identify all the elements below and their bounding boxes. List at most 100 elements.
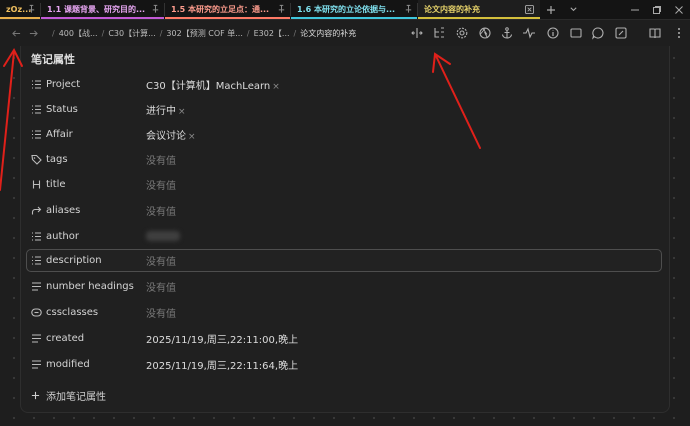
property-row-title[interactable]: title 没有值 bbox=[26, 173, 662, 196]
properties-panel: 笔记属性 Project C30【计算机】MachLearn × Status 进… bbox=[20, 46, 670, 413]
property-row-project[interactable]: Project C30【计算机】MachLearn × bbox=[26, 73, 662, 96]
close-icon[interactable] bbox=[525, 5, 534, 14]
close-window-button[interactable] bbox=[668, 0, 690, 19]
add-property-button[interactable]: 添加笔记属性 bbox=[31, 388, 106, 403]
property-key[interactable]: description bbox=[46, 255, 102, 266]
property-value[interactable]: 没有值 bbox=[146, 177, 176, 192]
tab-underline bbox=[418, 17, 540, 19]
remove-value-button[interactable]: × bbox=[272, 82, 280, 92]
tab-label: 1.6 本研究的立论依据与... bbox=[297, 5, 396, 14]
list-icon bbox=[32, 80, 41, 89]
info-icon[interactable] bbox=[546, 26, 560, 40]
remove-value-button[interactable]: × bbox=[178, 107, 186, 117]
property-value[interactable]: 2025/11/19,周三,22:11:00,晚上 bbox=[146, 331, 298, 346]
property-value[interactable]: 2025/11/19,周三,22:11:64,晚上 bbox=[146, 357, 298, 372]
property-key[interactable]: title bbox=[46, 179, 66, 190]
edit-icon[interactable] bbox=[614, 26, 628, 40]
property-row-created[interactable]: created 2025/11/19,周三,22:11:00,晚上 bbox=[26, 327, 662, 350]
tab-underline bbox=[0, 17, 40, 19]
forward-button[interactable] bbox=[25, 20, 42, 46]
property-key[interactable]: author bbox=[46, 231, 79, 242]
tab-1[interactable]: 1.1 课题背景、研究目的... bbox=[41, 0, 164, 19]
tab-0[interactable]: zOz... bbox=[0, 0, 40, 19]
breadcrumb-item[interactable]: 302【预测 COF 单... bbox=[166, 28, 242, 39]
property-value[interactable]: 没有值 bbox=[146, 203, 176, 218]
property-row-author[interactable]: author bbox=[26, 225, 662, 248]
forward-arrow-icon bbox=[31, 206, 42, 215]
property-key[interactable]: cssclasses bbox=[46, 307, 98, 318]
property-key[interactable]: created bbox=[46, 333, 84, 344]
pin-icon[interactable] bbox=[277, 4, 286, 14]
pin-icon[interactable] bbox=[151, 4, 160, 14]
property-key[interactable]: number headings bbox=[46, 281, 134, 292]
tab-2[interactable]: 1.5 本研究的立足点：通... bbox=[165, 0, 290, 19]
pin-icon[interactable] bbox=[404, 4, 413, 14]
property-row-cssclasses[interactable]: cssclasses 没有值 bbox=[26, 301, 662, 324]
property-key[interactable]: Affair bbox=[46, 129, 73, 140]
text-lines-icon bbox=[32, 360, 41, 369]
breadcrumb-item[interactable]: 400【战... bbox=[59, 28, 98, 39]
gear-icon[interactable] bbox=[455, 26, 469, 40]
property-value-blurred[interactable] bbox=[146, 231, 180, 242]
tab-label: 论文内容的补充 bbox=[424, 5, 480, 14]
properties-heading: 笔记属性 bbox=[31, 53, 75, 66]
close-icon bbox=[675, 5, 683, 14]
aperture-icon[interactable] bbox=[478, 26, 492, 40]
property-row-affair[interactable]: Affair 会议讨论 × bbox=[26, 123, 662, 146]
outline-tree-icon[interactable] bbox=[432, 26, 446, 40]
list-icon bbox=[32, 130, 41, 139]
tab-underline bbox=[41, 17, 164, 19]
property-value[interactable]: 会议讨论 × bbox=[146, 127, 196, 142]
property-value[interactable]: 没有值 bbox=[146, 305, 176, 320]
property-key[interactable]: modified bbox=[46, 359, 90, 370]
property-value[interactable]: 没有值 bbox=[146, 152, 176, 167]
split-view-icon[interactable] bbox=[410, 26, 424, 40]
reading-view-icon[interactable] bbox=[648, 26, 662, 40]
anchor-icon[interactable] bbox=[500, 26, 514, 40]
remove-value-button[interactable]: × bbox=[188, 132, 196, 142]
tab-underline bbox=[291, 17, 417, 19]
tag-icon bbox=[31, 154, 42, 165]
pin-icon[interactable] bbox=[27, 4, 36, 14]
property-row-tags[interactable]: tags 没有值 bbox=[26, 148, 662, 171]
property-value[interactable]: 进行中 × bbox=[146, 102, 186, 117]
back-button[interactable] bbox=[8, 20, 25, 46]
navigation-bar: / 400【战... / C30【计算... / 302【预测 COF 单...… bbox=[0, 20, 690, 46]
property-row-modified[interactable]: modified 2025/11/19,周三,22:11:64,晚上 bbox=[26, 353, 662, 376]
arrow-left-icon bbox=[12, 29, 21, 37]
property-key[interactable]: tags bbox=[46, 154, 68, 165]
breadcrumb-item[interactable]: C30【计算... bbox=[108, 28, 155, 39]
heading-icon bbox=[32, 180, 41, 189]
breadcrumb: / 400【战... / C30【计算... / 302【预测 COF 单...… bbox=[52, 28, 357, 39]
add-property-label: 添加笔记属性 bbox=[46, 392, 106, 403]
comment-icon[interactable] bbox=[591, 26, 605, 40]
plus-icon bbox=[31, 391, 40, 400]
list-icon bbox=[32, 256, 41, 265]
plus-icon bbox=[547, 5, 555, 14]
tab-label: 1.5 本研究的立足点：通... bbox=[171, 5, 270, 14]
property-key[interactable]: aliases bbox=[46, 205, 80, 216]
property-key[interactable]: Project bbox=[46, 79, 80, 90]
breadcrumb-item[interactable]: E302【... bbox=[254, 28, 290, 39]
minimize-icon bbox=[631, 9, 639, 10]
tab-list-button[interactable] bbox=[562, 0, 584, 19]
window-icon[interactable] bbox=[569, 26, 583, 40]
text-lines-icon bbox=[32, 334, 41, 343]
property-row-number-headings[interactable]: number headings 没有值 bbox=[26, 275, 662, 298]
property-row-description[interactable]: description 没有值 bbox=[26, 249, 662, 272]
tab-3[interactable]: 1.6 本研究的立论依据与... bbox=[291, 0, 417, 19]
more-options-icon[interactable] bbox=[672, 26, 686, 40]
property-value[interactable]: 没有值 bbox=[146, 279, 176, 294]
new-tab-button[interactable] bbox=[540, 0, 562, 19]
property-row-status[interactable]: Status 进行中 × bbox=[26, 98, 662, 121]
tab-4-active[interactable]: 论文内容的补充 bbox=[418, 0, 540, 19]
minimize-button[interactable] bbox=[624, 0, 646, 19]
property-value[interactable]: 没有值 bbox=[146, 253, 176, 268]
restore-button[interactable] bbox=[646, 0, 668, 19]
activity-icon[interactable] bbox=[522, 26, 536, 40]
breadcrumb-current[interactable]: 论文内容的补充 bbox=[300, 28, 356, 39]
property-key[interactable]: Status bbox=[46, 104, 78, 115]
blurred-text bbox=[146, 231, 180, 241]
property-row-aliases[interactable]: aliases 没有值 bbox=[26, 199, 662, 222]
property-value[interactable]: C30【计算机】MachLearn × bbox=[146, 77, 280, 92]
